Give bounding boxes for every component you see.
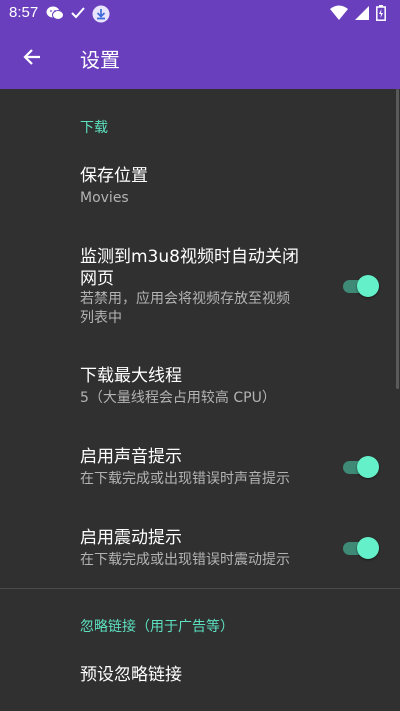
pref-summary: Movies	[80, 190, 129, 206]
pref-summary: 在下载完成或出现错误时声音提示	[80, 471, 290, 487]
settings-list: 下载 保存位置 Movies 监测到m3u8视频时自动关闭 网页 若禁用，应用会…	[0, 89, 400, 711]
signal-icon	[354, 5, 370, 25]
pref-title-line2: 网页	[80, 269, 114, 289]
wifi-icon	[330, 5, 348, 25]
pref-title: 监测到m3u8视频时自动关闭	[80, 247, 299, 267]
pref-title: 保存位置	[80, 166, 148, 186]
page-title: 设置	[80, 48, 120, 72]
category-ignore-links: 忽略链接（用于广告等）	[80, 619, 234, 635]
vibration-alert-switch[interactable]	[335, 533, 381, 563]
back-button[interactable]	[12, 39, 52, 79]
pref-title: 启用震动提示	[80, 528, 182, 548]
check-icon	[70, 5, 86, 27]
status-time: 8:57	[9, 4, 39, 21]
divider	[0, 588, 400, 589]
pref-title: 下载最大线程	[80, 366, 182, 386]
pref-title: 预设忽略链接	[80, 665, 182, 685]
battery-icon	[376, 5, 386, 25]
pref-summary: 在下载完成或出现错误时震动提示	[80, 552, 290, 568]
pref-summary-line2: 列表中	[80, 310, 122, 326]
category-download: 下载	[80, 120, 108, 136]
pref-summary: 5（大量线程会占用较高 CPU）	[80, 390, 276, 406]
scrollbar[interactable]	[396, 89, 399, 389]
wechat-icon	[46, 5, 64, 27]
status-bar: 8:57	[0, 0, 400, 27]
download-icon	[92, 5, 110, 27]
auto-close-switch[interactable]	[335, 271, 381, 301]
app-bar: 设置	[0, 27, 400, 89]
sound-alert-switch[interactable]	[335, 452, 381, 482]
pref-summary: 若禁用，应用会将视频存放至视频	[80, 291, 290, 307]
pref-title: 启用声音提示	[80, 447, 182, 467]
back-arrow-icon	[22, 47, 42, 71]
